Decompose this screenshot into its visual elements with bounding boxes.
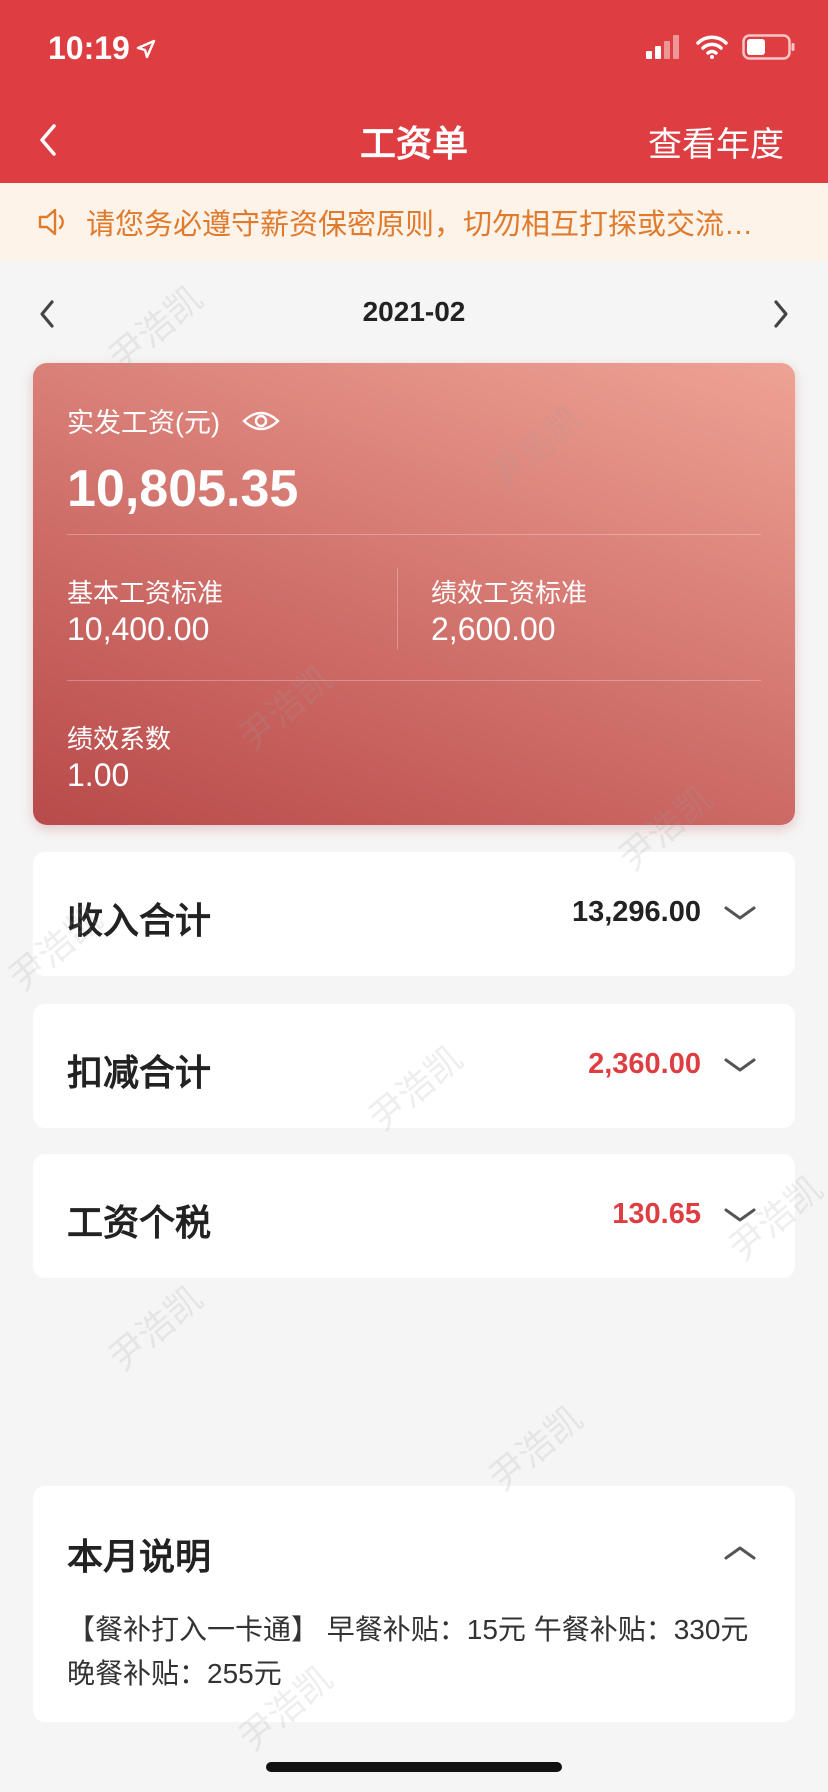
monthly-note-section: 本月说明 【餐补打入一卡通】 早餐补贴：15元 午餐补贴：330元 晚餐补贴：2… (33, 1486, 795, 1722)
section-title: 收入合计 (67, 900, 212, 941)
confidentiality-notice: 请您务必遵守薪资保密原则，切勿相互打探或交流… (0, 183, 828, 261)
notice-text: 请您务必遵守薪资保密原则，切勿相互打探或交流… (86, 209, 754, 241)
chevron-down-icon[interactable] (723, 1056, 757, 1076)
speaker-icon (38, 208, 64, 236)
chevron-down-icon[interactable] (723, 1206, 757, 1226)
battery-icon (742, 34, 795, 60)
card-divider (67, 534, 761, 535)
card-divider (67, 680, 761, 681)
performance-coefficient-label: 绩效系数 (67, 724, 172, 754)
month-selector: 2021-02 (0, 282, 828, 348)
chevron-up-icon[interactable] (723, 1542, 757, 1562)
card-divider-vertical (397, 568, 398, 650)
performance-coefficient-value: 1.00 (67, 757, 130, 793)
section-value: 2,360.00 (588, 1048, 701, 1080)
note-title: 本月说明 (67, 1536, 212, 1577)
status-indicators (646, 34, 796, 60)
wifi-icon (696, 35, 728, 59)
eye-icon[interactable] (242, 409, 280, 433)
status-time-text: 10:19 (48, 30, 130, 66)
base-salary-value: 10,400.00 (67, 611, 210, 647)
chevron-down-icon[interactable] (723, 904, 757, 924)
section-value: 130.65 (612, 1198, 701, 1230)
income-tax-section[interactable]: 工资个税 130.65 (33, 1154, 795, 1278)
section-title: 工资个税 (67, 1202, 212, 1243)
view-annual-button[interactable]: 查看年度 (648, 117, 784, 166)
income-total-section[interactable]: 收入合计 13,296.00 (33, 852, 795, 976)
watermark: 尹浩凯 (101, 1277, 211, 1379)
base-salary-label: 基本工资标准 (67, 578, 224, 608)
performance-salary-label: 绩效工资标准 (431, 578, 588, 608)
note-text: 【餐补打入一卡通】 早餐补贴：15元 午餐补贴：330元 晚餐补贴：255元 (67, 1614, 749, 1689)
status-time: 10:19 (48, 30, 156, 67)
performance-salary-value: 2,600.00 (431, 611, 556, 647)
signal-icon (646, 35, 679, 59)
section-value: 13,296.00 (571, 896, 701, 928)
net-salary-value: 10,805.35 (67, 460, 299, 518)
next-month-icon[interactable] (770, 298, 792, 330)
home-indicator[interactable] (266, 1762, 562, 1772)
section-title: 扣减合计 (67, 1052, 212, 1093)
watermark: 尹浩凯 (481, 1397, 591, 1499)
net-salary-label-row: 实发工资(元) (67, 401, 280, 440)
header-bar: 10:19 工资单 查看年度 (0, 0, 828, 183)
salary-card: 实发工资(元) 10,805.35 基本工资标准 10,400.00 绩效工资标… (33, 363, 795, 825)
month-label[interactable]: 2021-02 (0, 296, 828, 328)
deduction-total-section[interactable]: 扣减合计 2,360.00 (33, 1004, 795, 1128)
location-arrow-icon (136, 39, 156, 58)
net-salary-label: 实发工资(元) (67, 408, 220, 438)
